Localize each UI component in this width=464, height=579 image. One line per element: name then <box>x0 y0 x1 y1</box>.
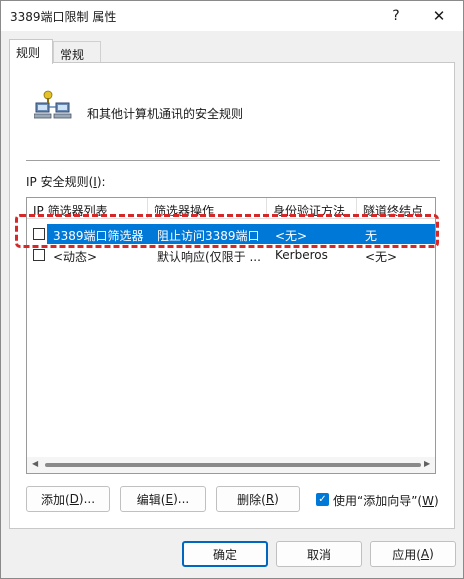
tab-general[interactable]: 常规 <box>53 41 101 63</box>
cell-filter-list: 3389端口筛选器 <box>53 229 144 243</box>
window-title: 3389端口限制 属性 <box>10 10 117 24</box>
horizontal-scrollbar[interactable]: ◀ ▶ <box>27 457 435 473</box>
tab-strip: 规则 常规 <box>9 39 455 64</box>
section-divider <box>26 160 440 161</box>
cell-auth-method: Kerberos <box>275 248 328 262</box>
close-icon: ✕ <box>432 7 446 25</box>
checkmark-icon: ✓ <box>318 494 327 505</box>
scrollbar-thumb[interactable] <box>45 463 421 467</box>
close-button[interactable]: ✕ <box>420 1 458 31</box>
cancel-button[interactable]: 取消 <box>276 541 362 567</box>
add-wizard-checkbox[interactable]: ✓ <box>316 493 329 506</box>
cell-tunnel-endpoint: 无 <box>365 229 378 243</box>
edit-button[interactable]: 编辑(E)... <box>120 486 206 512</box>
rules-list-label: IP 安全规则(I): <box>26 175 106 189</box>
cell-filter-list: <动态> <box>53 250 98 264</box>
network-computers-icon <box>34 90 72 119</box>
cell-auth-method: <无> <box>275 229 308 243</box>
rules-panel: 和其他计算机通讯的安全规则 IP 安全规则(I): IP 筛选器列表 筛选器操作… <box>9 62 455 529</box>
remove-button[interactable]: 删除(R) <box>216 486 300 512</box>
tab-rules[interactable]: 规则 <box>9 39 53 64</box>
row-checkbox[interactable] <box>33 228 45 240</box>
table-row[interactable]: <动态> 默认响应(仅限于 ... Kerberos <无> <box>27 245 435 265</box>
cell-filter-action: 阻止访问3389端口 <box>157 229 260 243</box>
rules-listview[interactable]: IP 筛选器列表 筛选器操作 身份验证方法 隧道终结点 3389端口筛选器 阻止… <box>26 197 436 474</box>
scroll-left-icon[interactable]: ◀ <box>32 459 38 468</box>
scroll-right-icon[interactable]: ▶ <box>424 459 430 468</box>
table-row[interactable]: 3389端口筛选器 阻止访问3389端口 <无> 无 <box>27 224 435 244</box>
add-wizard-label[interactable]: 使用“添加向导”(W) <box>333 492 439 509</box>
row-checkbox[interactable] <box>33 249 45 261</box>
listview-header: IP 筛选器列表 筛选器操作 身份验证方法 隧道终结点 <box>27 198 435 219</box>
column-header-filter-list[interactable]: IP 筛选器列表 <box>27 198 148 219</box>
apply-button[interactable]: 应用(A) <box>370 541 456 567</box>
cell-tunnel-endpoint: <无> <box>365 250 398 264</box>
properties-dialog: 3389端口限制 属性 ? ✕ 规则 常规 和其他计算机通讯的安全规则 IP 安… <box>0 0 464 579</box>
column-header-filter-action[interactable]: 筛选器操作 <box>148 198 267 219</box>
help-button[interactable]: ? <box>377 1 415 31</box>
ok-button[interactable]: 确定 <box>182 541 268 567</box>
column-header-tunnel-endpoint[interactable]: 隧道终结点 <box>357 198 435 219</box>
add-button[interactable]: 添加(D)... <box>26 486 110 512</box>
panel-description: 和其他计算机通讯的安全规则 <box>87 107 244 121</box>
title-bar: 3389端口限制 属性 ? ✕ <box>1 1 463 31</box>
column-header-auth-method[interactable]: 身份验证方法 <box>267 198 357 219</box>
cell-filter-action: 默认响应(仅限于 ... <box>157 250 261 264</box>
help-icon: ? <box>392 8 400 24</box>
